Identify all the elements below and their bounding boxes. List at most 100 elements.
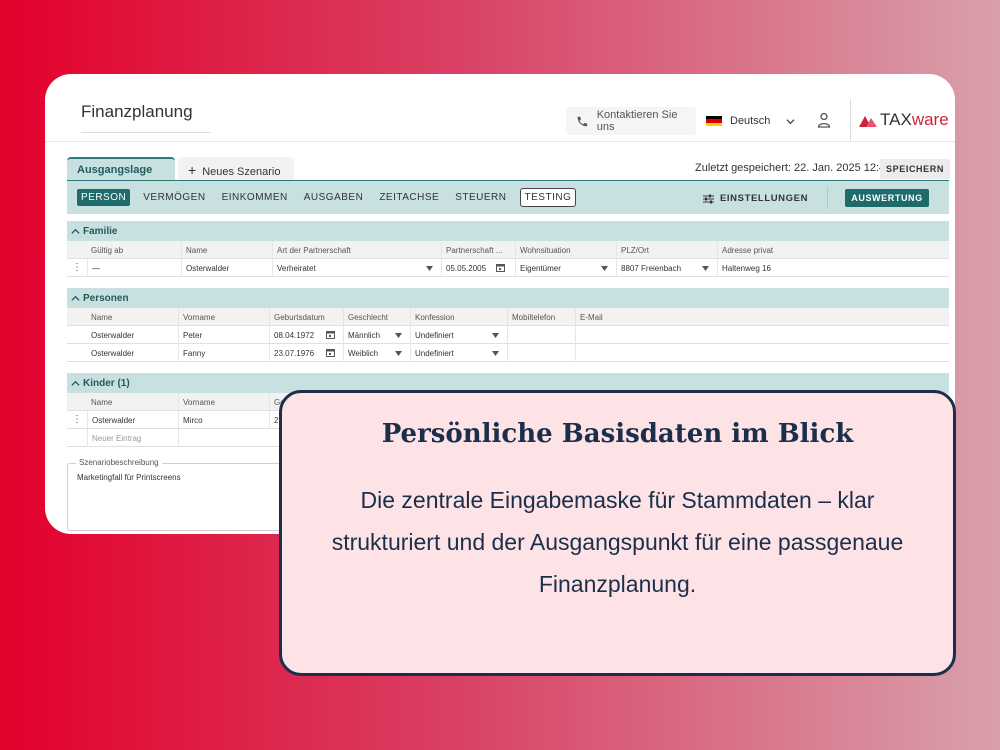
nav-item-zeitachse[interactable]: ZEITACHSE (376, 189, 442, 206)
column-header: PLZ/Ort (616, 241, 717, 259)
dropdown-arrow-icon (426, 266, 433, 271)
nav-item-einkommen[interactable]: EINKOMMEN (219, 189, 291, 206)
evaluate-button[interactable]: AUSWERTUNG (845, 189, 929, 207)
column-header: Art der Partnerschaft (272, 241, 441, 259)
field-partnerschaft-datum[interactable]: 05.05.2005 (441, 259, 515, 277)
calendar-icon[interactable] (326, 330, 335, 339)
field-geburtsdatum[interactable]: 23.07.1976 (269, 344, 343, 362)
field-geschlecht[interactable]: Weiblich (343, 344, 410, 362)
field-geburtsdatum[interactable]: 08.04.1972 (269, 326, 343, 344)
callout-box: Persönliche Basisdaten im Blick Die zent… (279, 390, 956, 676)
field-geburtsdatum-value: 08.04.1972 (274, 330, 315, 340)
field-geschlecht[interactable]: Männlich (343, 326, 410, 344)
field-wohnsituation[interactable]: Eigentümer (515, 259, 616, 277)
familie-table: Gültig ab Name Art der Partnerschaft Par… (67, 241, 949, 277)
field-vorname[interactable] (178, 429, 269, 447)
scenario-description-label: Szenariobeschreibung (76, 458, 162, 467)
field-name[interactable]: Osterwalder (87, 411, 178, 429)
save-button[interactable]: SPEICHERN (880, 159, 950, 179)
section-personen[interactable]: Personen (67, 288, 949, 308)
language-selector[interactable]: Deutsch (706, 107, 795, 135)
tab-new-scenario-label: Neues Szenario (202, 166, 281, 178)
user-icon[interactable] (817, 112, 831, 128)
app-title: Finanzplanung (81, 102, 211, 133)
callout-text: Die zentrale Eingabemaske für Stammdaten… (331, 487, 904, 597)
dropdown-arrow-icon (492, 351, 499, 356)
column-header: Geschlecht (343, 308, 410, 326)
field-konfession[interactable]: Undefiniert (410, 344, 507, 362)
field-wohnsituation-value: Eigentümer (520, 263, 561, 273)
more-vertical-icon[interactable]: ⋮ (72, 262, 82, 273)
field-mobiltelefon[interactable] (507, 344, 575, 362)
scenario-description-value: Marketingfall für Printscreens (77, 473, 181, 482)
calendar-icon[interactable] (496, 263, 505, 272)
nav-item-testing[interactable]: TESTING (519, 188, 577, 207)
phone-icon (577, 116, 588, 126)
nav-item-steuern[interactable]: STEUERN (452, 189, 509, 206)
brand-tax: TAX (880, 110, 912, 129)
field-name[interactable]: Osterwalder (87, 326, 178, 344)
field-mobiltelefon[interactable] (507, 326, 575, 344)
dropdown-arrow-icon (601, 266, 608, 271)
tab-ausgangslage[interactable]: Ausgangslage (67, 157, 175, 181)
contact-label: Kontaktieren Sie uns (596, 109, 678, 133)
top-bar: Finanzplanung Kontaktieren Sie uns Deuts… (45, 74, 955, 142)
field-name[interactable]: Osterwalder (87, 344, 178, 362)
plus-icon: + (188, 162, 197, 178)
table-row[interactable]: Osterwalder Peter 08.04.1972 Männlich Un… (67, 326, 949, 344)
settings-button[interactable]: EINSTELLUNGEN (703, 193, 808, 204)
field-konfession[interactable]: Undefiniert (410, 326, 507, 344)
column-header: Vorname (178, 393, 269, 411)
calendar-icon[interactable] (326, 348, 335, 357)
field-gueltig-ab[interactable]: — (87, 259, 181, 277)
language-label: Deutsch (730, 115, 771, 127)
field-vorname[interactable]: Fanny (178, 344, 269, 362)
column-header: Wohnsituation (515, 241, 616, 259)
chevron-up-icon (71, 295, 80, 301)
brand-ware: ware (911, 110, 949, 129)
table-header: Name Vorname Geburtsdatum Geschlecht Kon… (67, 308, 949, 326)
flag-de-icon (706, 116, 722, 126)
nav-item-vermoegen[interactable]: VERMÖGEN (140, 189, 208, 206)
field-adresse[interactable]: Haltenweg 16 (717, 259, 818, 277)
field-vorname[interactable]: Peter (178, 326, 269, 344)
section-personen-title: Personen (83, 292, 129, 304)
field-partnerschaft-value: Verheiratet (277, 263, 316, 273)
field-partnerschaft-datum-value: 05.05.2005 (446, 263, 487, 273)
field-email[interactable] (575, 344, 744, 362)
new-entry-placeholder[interactable]: Neuer Eintrag (87, 429, 178, 447)
table-header: Gültig ab Name Art der Partnerschaft Par… (67, 241, 949, 259)
column-header: Partnerschaft ... (441, 241, 515, 259)
settings-label: EINSTELLUNGEN (720, 193, 809, 204)
dropdown-arrow-icon (395, 351, 402, 356)
field-geschlecht-value: Weiblich (348, 348, 379, 358)
field-geburtsdatum-value: 23.07.1976 (274, 348, 315, 358)
section-familie[interactable]: Familie (67, 221, 949, 241)
field-plz-ort[interactable]: 8807 Freienbach (616, 259, 717, 277)
column-header: Adresse privat (717, 241, 818, 259)
section-familie-title: Familie (83, 225, 118, 237)
sliders-icon (703, 194, 714, 203)
column-header: E-Mail (575, 308, 744, 326)
tab-new-scenario[interactable]: + Neues Szenario (178, 157, 294, 181)
contact-button[interactable]: Kontaktieren Sie uns (566, 107, 696, 135)
field-plz-ort-value: 8807 Freienbach (621, 263, 682, 273)
column-header: Gültig ab (91, 245, 124, 255)
column-header: Name (181, 241, 272, 259)
column-header: Name (91, 312, 113, 322)
field-vorname[interactable]: Mirco (178, 411, 269, 429)
field-email[interactable] (575, 326, 744, 344)
field-name[interactable]: Osterwalder (181, 259, 272, 277)
column-header: Konfession (410, 308, 507, 326)
taxware-logo-icon (859, 116, 877, 127)
chevron-up-icon (71, 380, 80, 386)
nav-item-ausgaben[interactable]: AUSGABEN (301, 189, 367, 206)
table-row[interactable]: Osterwalder Fanny 23.07.1976 Weiblich Un… (67, 344, 949, 362)
field-konfession-value: Undefiniert (415, 348, 454, 358)
column-header: Name (91, 397, 113, 407)
field-konfession-value: Undefiniert (415, 330, 454, 340)
more-vertical-icon[interactable]: ⋮ (72, 414, 82, 425)
table-row[interactable]: ⋮ — Osterwalder Verheiratet 05.05.2005 E… (67, 259, 949, 277)
field-partnerschaft[interactable]: Verheiratet (272, 259, 441, 277)
nav-item-person[interactable]: PERSON (77, 189, 131, 206)
